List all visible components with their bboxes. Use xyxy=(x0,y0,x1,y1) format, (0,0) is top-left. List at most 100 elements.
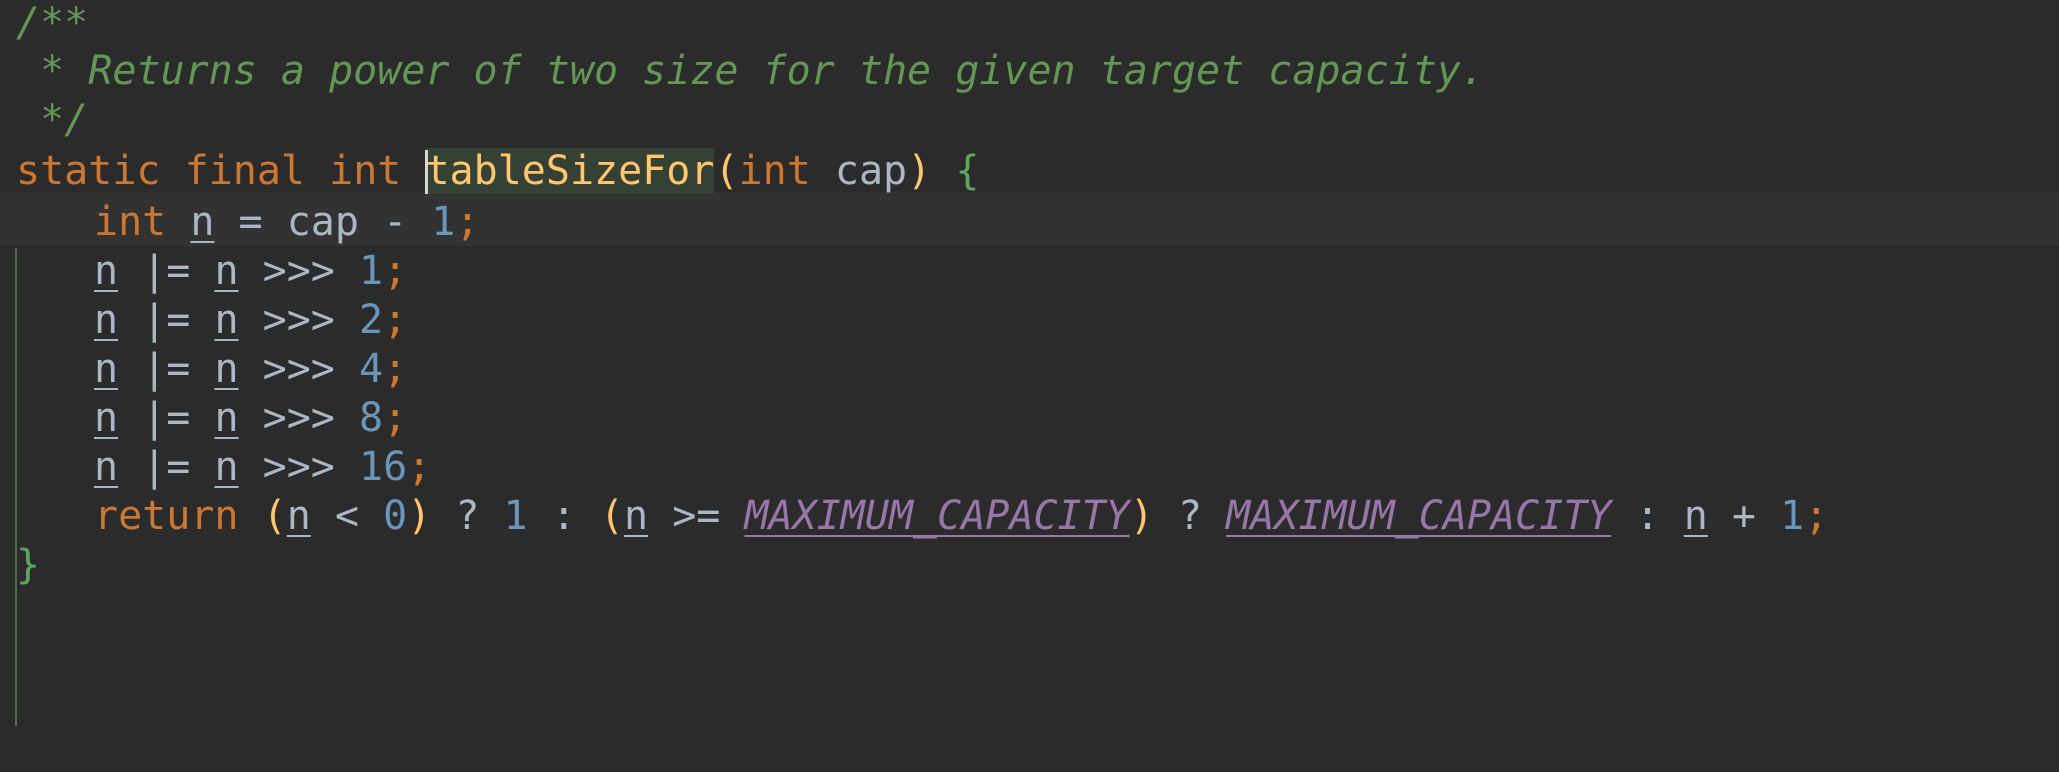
operator-or-assign: |= xyxy=(142,346,191,392)
number-zero: 0 xyxy=(383,493,408,539)
semicolon: ; xyxy=(1804,493,1829,539)
paren-close-2: ) xyxy=(1129,493,1154,539)
variable-n-left: n xyxy=(94,395,119,441)
variable-n-1: n xyxy=(286,493,311,539)
variable-n-left: n xyxy=(94,248,119,294)
keyword-int-return-type: int xyxy=(329,148,402,194)
semicolon: ; xyxy=(383,346,408,392)
code-line-shift-1[interactable]: n |= n >>> 1; xyxy=(0,247,2059,296)
shift-amount: 4 xyxy=(358,346,384,392)
method-name: tableSizeFor xyxy=(425,148,715,194)
variable-n-left: n xyxy=(94,346,119,392)
code-line-comment-open[interactable]: /** xyxy=(0,0,2059,47)
keyword-final: final xyxy=(184,148,306,194)
semicolon: ; xyxy=(383,297,408,343)
code-editor[interactable]: /** * Returns a power of two size for th… xyxy=(0,0,2059,772)
ternary-colon-2: : xyxy=(1635,493,1660,539)
keyword-return: return xyxy=(94,493,239,539)
variable-n-left: n xyxy=(94,297,119,343)
brace-close: } xyxy=(16,542,41,588)
code-line-shift-8[interactable]: n |= n >>> 8; xyxy=(0,394,2059,443)
semicolon: ; xyxy=(407,444,432,490)
code-line-shift-2[interactable]: n |= n >>> 2; xyxy=(0,296,2059,345)
operator-unsigned-right-shift: >>> xyxy=(262,346,335,392)
operator-or-assign: |= xyxy=(142,248,191,294)
code-line-method-signature[interactable]: static final int tableSizeFor(int cap) { xyxy=(0,145,2059,198)
constant-maximum-capacity-2: MAXIMUM_CAPACITY xyxy=(1226,493,1612,539)
shift-amount: 8 xyxy=(358,395,384,441)
variable-n-left: n xyxy=(94,444,119,490)
operator-minus: - xyxy=(383,199,408,245)
variable-n-2: n xyxy=(624,493,649,539)
code-line-comment-close[interactable]: */ xyxy=(0,96,2059,145)
code-line-return[interactable]: return (n < 0) ? 1 : (n >= MAXIMUM_CAPAC… xyxy=(0,492,2059,541)
operator-or-assign: |= xyxy=(142,395,191,441)
code-line-shift-16[interactable]: n |= n >>> 16; xyxy=(0,443,2059,492)
variable-n-right: n xyxy=(214,395,239,441)
brace-open: { xyxy=(955,148,980,194)
comment-token: */ xyxy=(16,97,89,143)
variable-cap: cap xyxy=(286,199,359,245)
operator-unsigned-right-shift: >>> xyxy=(262,248,335,294)
constant-maximum-capacity-1: MAXIMUM_CAPACITY xyxy=(744,493,1130,539)
operator-unsigned-right-shift: >>> xyxy=(262,395,335,441)
code-content[interactable]: /** * Returns a power of two size for th… xyxy=(0,0,2059,590)
paren-open-2: ( xyxy=(599,493,624,539)
keyword-int: int xyxy=(94,199,167,245)
operator-greater-equal: >= xyxy=(672,493,721,539)
ternary-question-2: ? xyxy=(1177,493,1203,539)
ternary-question-1: ? xyxy=(455,493,480,539)
keyword-static: static xyxy=(16,148,161,194)
semicolon: ; xyxy=(383,248,408,294)
code-line-declare-n[interactable]: int n = cap - 1; xyxy=(0,198,2059,247)
code-line-closing-brace[interactable]: } xyxy=(0,541,2059,590)
ternary-colon-1: : xyxy=(551,493,576,539)
paren-close: ) xyxy=(907,148,932,194)
operator-unsigned-right-shift: >>> xyxy=(262,297,335,343)
paren-open: ( xyxy=(714,148,739,194)
shift-amount: 2 xyxy=(358,297,384,343)
variable-n-right: n xyxy=(214,346,239,392)
variable-n-right: n xyxy=(214,248,239,294)
operator-assign: = xyxy=(238,199,263,245)
code-line-shift-4[interactable]: n |= n >>> 4; xyxy=(0,345,2059,394)
operator-less-than: < xyxy=(334,493,359,539)
semicolon: ; xyxy=(455,199,480,245)
code-line-comment-body[interactable]: * Returns a power of two size for the gi… xyxy=(0,47,2059,96)
semicolon: ; xyxy=(383,395,408,441)
comment-token: /** xyxy=(16,0,89,46)
operator-plus: + xyxy=(1731,493,1757,539)
